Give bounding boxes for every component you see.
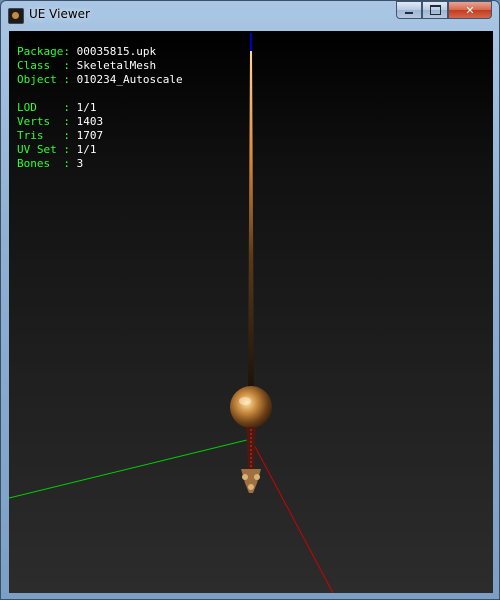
minimize-icon [405, 12, 413, 14]
axis-x-line [250, 438, 334, 593]
title-bar[interactable]: UE Viewer ✕ [1, 1, 499, 31]
minimize-button[interactable] [396, 1, 422, 19]
close-icon: ✕ [465, 3, 475, 17]
caption-buttons: ✕ [396, 1, 492, 19]
stat-row-verts: Verts : 1403 [17, 115, 104, 128]
close-button[interactable]: ✕ [448, 1, 492, 19]
maximize-icon [429, 5, 441, 15]
app-icon [8, 8, 24, 24]
stat-row-lod: LOD : 1/1 [17, 101, 97, 114]
mesh-rod [248, 51, 254, 391]
axis-y-line [9, 438, 252, 499]
app-window: UE Viewer ✕ Package: 00035815.upk Class … [0, 0, 500, 600]
stat-row-bones: Bones : 3 [17, 157, 84, 170]
stat-row-uvset: UV Set : 1/1 [17, 143, 97, 156]
window-title: UE Viewer [29, 7, 90, 21]
stat-row-tris: Tris : 1707 [17, 129, 104, 142]
mesh-info-overlay: Package: 00035815.upk Class : SkeletalMe… [17, 45, 183, 171]
info-row-object: Object : 010234_Autoscale [17, 73, 183, 86]
mesh-sphere [230, 386, 272, 428]
info-row-class: Class : SkeletalMesh [17, 59, 157, 72]
3d-viewport[interactable]: Package: 00035815.upk Class : SkeletalMe… [9, 31, 493, 593]
info-row-package: Package: 00035815.upk [17, 45, 157, 58]
maximize-button[interactable] [422, 1, 448, 19]
